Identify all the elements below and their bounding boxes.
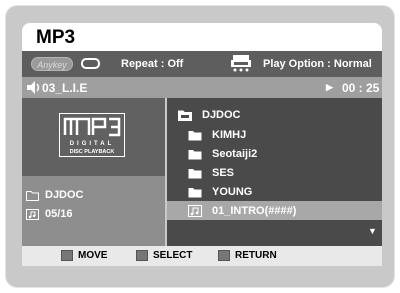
- page-title: MP3: [22, 23, 382, 51]
- move-label: MOVE: [78, 250, 108, 261]
- track-count: 05/16: [26, 208, 73, 220]
- list-item-folder[interactable]: KIMHJ: [167, 125, 382, 144]
- anykey-badge[interactable]: Anykey: [31, 57, 73, 71]
- move-key-icon: [61, 250, 73, 261]
- folder-icon: [188, 168, 202, 178]
- return-hint: RETURN: [218, 250, 277, 261]
- elapsed-time: 00 : 25: [342, 81, 380, 95]
- play-option-icon: [231, 55, 251, 72]
- current-folder: DJDOC: [26, 189, 84, 201]
- repeat-icon: [81, 58, 100, 69]
- now-playing-bar: 03_L.I.E ▶ 00 : 25: [22, 77, 382, 98]
- logo-line2: DISC PLAYBACK: [70, 149, 115, 155]
- folder-icon: [188, 187, 202, 197]
- track-name: 03_L.I.E: [42, 81, 88, 95]
- list-item-label: DJDOC: [202, 108, 241, 121]
- play-indicator-icon: ▶: [326, 82, 333, 92]
- logo-line1: DIGITAL: [70, 141, 115, 147]
- move-hint: MOVE: [61, 250, 107, 261]
- folder-icon: [188, 130, 202, 140]
- mp3-logo: DIGITAL DISC PLAYBACK: [59, 113, 125, 157]
- list-item-label: KIMHJ: [212, 128, 247, 141]
- parent-folder-icon: [178, 110, 192, 121]
- repeat-status[interactable]: Repeat : Off: [121, 58, 183, 70]
- current-folder-name: DJDOC: [45, 189, 84, 201]
- return-label: RETURN: [235, 250, 277, 261]
- speaker-icon: [27, 81, 40, 94]
- list-item-file-selected[interactable]: 01_INTRO(####): [167, 201, 382, 220]
- list-item-folder[interactable]: SES: [167, 163, 382, 182]
- info-panel: DIGITAL DISC PLAYBACK DJDOC 05/16: [22, 98, 165, 246]
- music-file-icon: [188, 204, 202, 217]
- list-item-parent[interactable]: DJDOC: [167, 105, 382, 124]
- play-option-status[interactable]: Play Option : Normal: [263, 58, 372, 70]
- folder-icon: [188, 149, 202, 159]
- button-guide: MOVE SELECT RETURN: [22, 246, 382, 266]
- folder-icon: [26, 190, 39, 201]
- list-item-label: SES: [212, 166, 235, 179]
- music-note-icon: [26, 208, 39, 220]
- select-key-icon: [136, 250, 148, 261]
- select-hint: SELECT: [136, 250, 192, 261]
- file-list: DJDOC KIMHJ Seotaiji2 SES YOUNG 01_INTRO…: [167, 98, 382, 246]
- return-key-icon: [218, 250, 230, 261]
- list-item-folder[interactable]: YOUNG: [167, 182, 382, 201]
- list-item-label: YOUNG: [212, 185, 253, 198]
- list-item-folder[interactable]: Seotaiji2: [167, 144, 382, 163]
- select-label: SELECT: [153, 250, 193, 261]
- scroll-down-icon[interactable]: ▼: [368, 226, 377, 236]
- list-item-label: 01_INTRO(####): [212, 204, 297, 217]
- options-bar: Anykey Repeat : Off Play Option : Normal: [22, 51, 382, 77]
- track-count-value: 05/16: [45, 208, 73, 220]
- logo-area: DIGITAL DISC PLAYBACK: [22, 98, 165, 176]
- list-item-label: Seotaiji2: [212, 147, 258, 160]
